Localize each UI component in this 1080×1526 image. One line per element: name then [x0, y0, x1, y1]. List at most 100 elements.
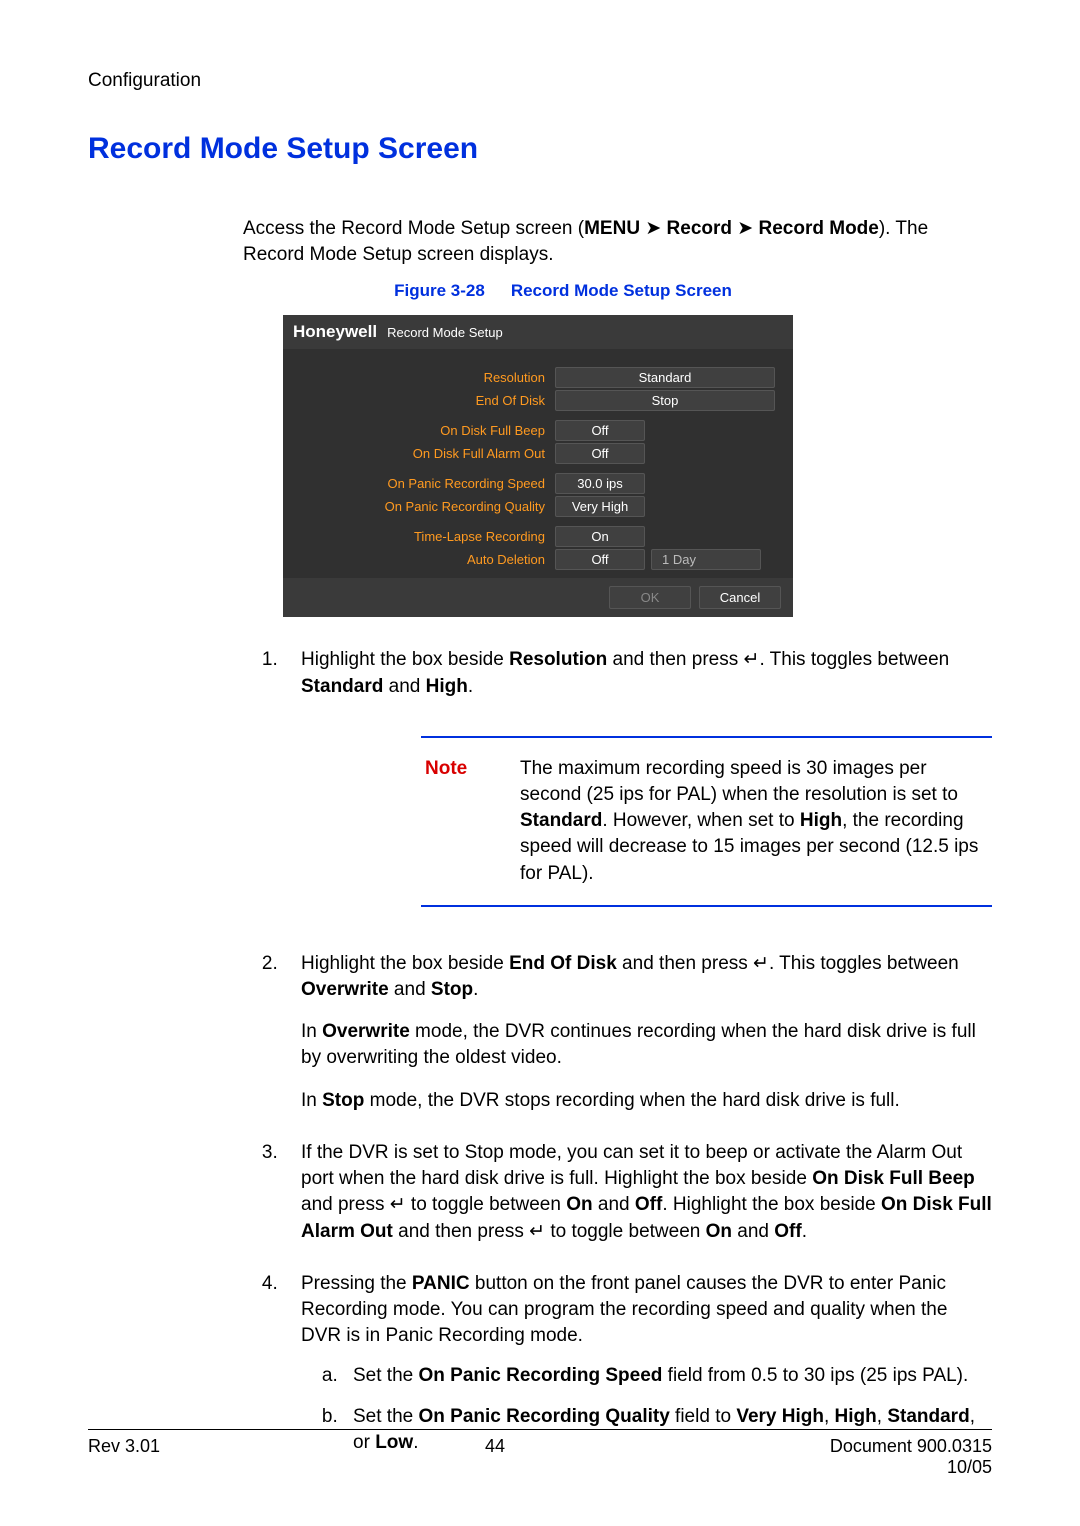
- t: Off: [635, 1194, 662, 1215]
- t: .: [802, 1221, 807, 1242]
- figure-number: Figure 3-28: [394, 281, 485, 300]
- t: and press: [301, 1194, 390, 1215]
- t: Highlight the box beside: [301, 649, 509, 670]
- t: mode, the DVR stops recording when the h…: [364, 1090, 899, 1111]
- t: On Disk Full Beep: [812, 1168, 975, 1189]
- window-title: Record Mode Setup: [387, 325, 503, 340]
- ok-button[interactable]: OK: [609, 586, 691, 609]
- t: In: [301, 1021, 322, 1042]
- t: The maximum recording speed is 30 images…: [520, 758, 958, 805]
- t: and then press: [607, 649, 743, 670]
- t: On Panic Recording Speed: [419, 1365, 663, 1386]
- footer-doc: Document 900.0315: [830, 1436, 992, 1457]
- t: field from 0.5 to 30 ips (25 ips PAL).: [662, 1365, 968, 1386]
- t: and then press: [617, 953, 753, 974]
- t: Overwrite: [322, 1021, 410, 1042]
- t: and: [383, 676, 425, 697]
- label-resolution: Resolution: [295, 370, 555, 385]
- t: . However, when set to: [602, 810, 800, 831]
- field-auto-deletion[interactable]: Off: [555, 549, 645, 570]
- intro-menu: MENU: [584, 218, 640, 239]
- enter-icon: ↵: [390, 1194, 406, 1215]
- t: Stop: [322, 1090, 364, 1111]
- steps-list: Highlight the box beside Resolution and …: [243, 647, 992, 1456]
- intro-record: Record: [667, 218, 732, 239]
- arrow-icon: ➤: [737, 218, 753, 239]
- arrow-icon: ➤: [645, 218, 661, 239]
- step-3: If the DVR is set to Stop mode, you can …: [283, 1140, 992, 1245]
- t: On Panic Recording Quality: [419, 1406, 670, 1427]
- t: Very High: [736, 1406, 824, 1427]
- window-titlebar: Honeywell Record Mode Setup: [283, 315, 793, 349]
- figure-caption: Figure 3-28Record Mode Setup Screen: [243, 281, 883, 301]
- t: On: [566, 1194, 592, 1215]
- t: ,: [824, 1406, 835, 1427]
- step-1: Highlight the box beside Resolution and …: [283, 647, 992, 907]
- t: Set the: [353, 1365, 419, 1386]
- intro-text: Access the Record Mode Setup screen (: [243, 218, 584, 239]
- field-disk-alarm[interactable]: Off: [555, 443, 645, 464]
- t: and: [732, 1221, 774, 1242]
- section-header: Configuration: [88, 70, 992, 92]
- cancel-button[interactable]: Cancel: [699, 586, 781, 609]
- label-disk-alarm: On Disk Full Alarm Out: [295, 446, 555, 461]
- enter-icon: ↵: [529, 1221, 545, 1242]
- t: . This toggles between: [769, 953, 959, 974]
- t: .: [468, 676, 473, 697]
- label-disk-beep: On Disk Full Beep: [295, 423, 555, 438]
- note-label: Note: [425, 756, 520, 887]
- t: . Highlight the box beside: [662, 1194, 881, 1215]
- label-panic-speed: On Panic Recording Speed: [295, 476, 555, 491]
- t: Highlight the box beside: [301, 953, 509, 974]
- brand-logo: Honeywell: [293, 322, 377, 342]
- intro-recordmode: Record Mode: [759, 218, 879, 239]
- t: to toggle between: [545, 1221, 706, 1242]
- t: End Of Disk: [509, 953, 617, 974]
- t: Standard: [520, 810, 602, 831]
- footer-date: 10/05: [830, 1457, 992, 1478]
- footer-pagenum: 44: [485, 1436, 505, 1478]
- t: Resolution: [509, 649, 607, 670]
- label-end-of-disk: End Of Disk: [295, 393, 555, 408]
- t: and then press: [393, 1221, 529, 1242]
- t: In: [301, 1090, 322, 1111]
- t: .: [473, 979, 478, 1000]
- page-footer: Rev 3.01 44 Document 900.0315 10/05: [88, 1429, 992, 1478]
- t: Stop: [431, 979, 473, 1000]
- enter-icon: ↵: [744, 649, 760, 670]
- t: and: [593, 1194, 635, 1215]
- t: Set the: [353, 1406, 419, 1427]
- label-panic-quality: On Panic Recording Quality: [295, 499, 555, 514]
- intro-paragraph: Access the Record Mode Setup screen (MEN…: [243, 216, 992, 267]
- t: and: [389, 979, 431, 1000]
- field-panic-speed[interactable]: 30.0 ips: [555, 473, 645, 494]
- footer-rev: Rev 3.01: [88, 1436, 160, 1478]
- record-mode-screenshot: Honeywell Record Mode Setup Resolution S…: [283, 315, 793, 617]
- step-2: Highlight the box beside End Of Disk and…: [283, 951, 992, 1114]
- field-disk-beep[interactable]: Off: [555, 420, 645, 441]
- t: High: [800, 810, 842, 831]
- t: PANIC: [412, 1273, 470, 1294]
- t: High: [426, 676, 468, 697]
- t: Pressing the: [301, 1273, 412, 1294]
- field-auto-deletion-period[interactable]: 1 Day: [651, 549, 761, 570]
- field-panic-quality[interactable]: Very High: [555, 496, 645, 517]
- field-end-of-disk[interactable]: Stop: [555, 390, 775, 411]
- t: On: [706, 1221, 732, 1242]
- note-block: Note The maximum recording speed is 30 i…: [421, 736, 992, 907]
- t: Standard: [887, 1406, 969, 1427]
- step-4a: Set the On Panic Recording Speed field f…: [343, 1363, 992, 1389]
- field-timelapse[interactable]: On: [555, 526, 645, 547]
- t: ,: [877, 1406, 888, 1427]
- enter-icon: ↵: [753, 953, 769, 974]
- t: High: [835, 1406, 877, 1427]
- t: field to: [670, 1406, 737, 1427]
- t: . This toggles between: [759, 649, 949, 670]
- t: Standard: [301, 676, 383, 697]
- label-timelapse: Time-Lapse Recording: [295, 529, 555, 544]
- field-resolution[interactable]: Standard: [555, 367, 775, 388]
- note-body: The maximum recording speed is 30 images…: [520, 756, 988, 887]
- page-title: Record Mode Setup Screen: [88, 132, 992, 166]
- t: Off: [774, 1221, 801, 1242]
- label-auto-deletion: Auto Deletion: [295, 552, 555, 567]
